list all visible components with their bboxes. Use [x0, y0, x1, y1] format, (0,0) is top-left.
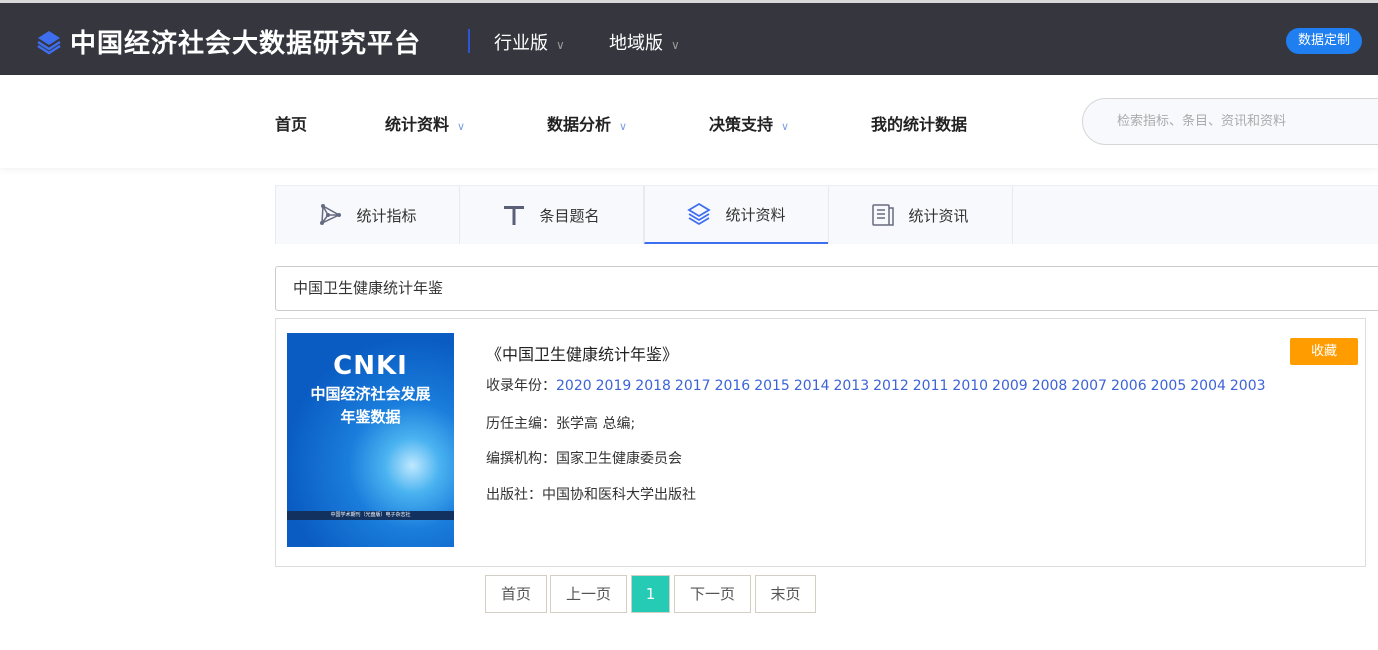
nav-label: 首页 [275, 115, 308, 134]
nav-data-analysis[interactable]: 数据分析 ∨ [547, 111, 627, 135]
year-link[interactable]: 2005 [1151, 378, 1187, 394]
tab-entry-titles[interactable]: 条目题名 [459, 186, 644, 244]
favorite-button[interactable]: 收藏 [1290, 338, 1358, 365]
prev-page-button[interactable]: 上一页 [550, 575, 627, 613]
network-icon [320, 204, 342, 225]
layers-icon [687, 202, 712, 226]
year-link[interactable]: 2016 [715, 378, 751, 394]
year-link[interactable]: 2011 [913, 378, 949, 394]
year-link[interactable]: 2013 [833, 378, 869, 394]
nav-label: 地域版 [609, 33, 663, 54]
book-cover-image[interactable]: CNKI 中国经济社会发展 年鉴数据 中国学术期刊（光盘版）电子杂志社 [287, 333, 454, 547]
last-page-button[interactable]: 末页 [755, 575, 816, 613]
year-link[interactable]: 2020 [556, 378, 592, 394]
year-link[interactable]: 2012 [873, 378, 909, 394]
nav-industry[interactable]: 行业版 ∨ [494, 29, 565, 55]
top-bar: 中国经济社会大数据研究平台 行业版 ∨ 地域版 ∨ 数据定制 [0, 0, 1378, 75]
tab-label: 统计指标 [356, 206, 417, 225]
query-text: 中国卫生健康统计年鉴 [293, 279, 444, 297]
year-link[interactable]: 2009 [992, 378, 1028, 394]
layers-logo-icon [37, 30, 61, 54]
result-title[interactable]: 《中国卫生健康统计年鉴》 [486, 341, 678, 365]
nav-label: 数据分析 [547, 115, 612, 134]
main-nav: 首页 统计资料 ∨ 数据分析 ∨ 决策支持 ∨ 我的统计数据 检索指标、条目、资讯和资… [0, 75, 1378, 168]
nav-region[interactable]: 地域版 ∨ [609, 29, 680, 55]
chevron-down-icon: ∨ [781, 120, 790, 133]
chevron-down-icon: ∨ [556, 38, 565, 52]
nav-label: 行业版 [494, 33, 548, 54]
nav-label: 我的统计数据 [871, 115, 968, 134]
search-placeholder: 检索指标、条目、资讯和资料 [1117, 114, 1287, 129]
next-page-button[interactable]: 下一页 [674, 575, 751, 613]
tab-label: 统计资料 [725, 205, 786, 224]
tab-label: 条目题名 [539, 206, 600, 225]
tab-stat-news[interactable]: 统计资讯 [828, 186, 1013, 244]
document-icon [872, 204, 895, 226]
year-link[interactable]: 2007 [1071, 378, 1107, 394]
nav-label: 决策支持 [709, 115, 774, 134]
site-title: 中国经济社会大数据研究平台 [70, 29, 422, 59]
chevron-down-icon: ∨ [619, 120, 628, 133]
data-custom-button[interactable]: 数据定制 [1286, 28, 1362, 54]
year-link[interactable]: 2015 [754, 378, 790, 394]
text-t-icon [504, 206, 525, 225]
cover-footer: 中国学术期刊（光盘版）电子杂志社 [287, 511, 454, 520]
year-link[interactable]: 2014 [794, 378, 830, 394]
tab-stat-materials[interactable]: 统计资料 [644, 186, 829, 244]
editor: 历任主编：张学高 总编; [486, 416, 636, 432]
year-link[interactable]: 2008 [1032, 378, 1068, 394]
nav-my-data[interactable]: 我的统计数据 [871, 111, 967, 135]
year-link[interactable]: 2004 [1190, 378, 1226, 394]
nav-label: 统计资料 [385, 115, 450, 134]
search-input[interactable]: 检索指标、条目、资讯和资料 [1082, 98, 1378, 145]
tab-bar: 统计指标 条目题名 统计资料 统计资讯 [275, 185, 1378, 244]
cover-brand: CNKI [333, 351, 408, 381]
cover-line1: 中国经济社会发展 [310, 385, 431, 403]
nav-decision-support[interactable]: 决策支持 ∨ [709, 111, 789, 135]
year-link[interactable]: 2003 [1230, 378, 1266, 394]
year-link[interactable]: 2006 [1111, 378, 1147, 394]
cover-line2: 年鉴数据 [340, 408, 401, 426]
current-page-button[interactable]: 1 [631, 575, 670, 613]
chevron-down-icon: ∨ [457, 120, 466, 133]
query-input[interactable]: 中国卫生健康统计年鉴 [275, 266, 1378, 311]
tab-indicators[interactable]: 统计指标 [275, 186, 460, 244]
first-page-button[interactable]: 首页 [485, 575, 547, 613]
nav-stat-materials[interactable]: 统计资料 ∨ [385, 111, 465, 135]
year-link[interactable]: 2018 [635, 378, 671, 394]
chevron-down-icon: ∨ [671, 38, 680, 52]
year-link[interactable]: 2019 [596, 378, 632, 394]
tab-label: 统计资讯 [908, 206, 969, 225]
divider [468, 29, 470, 53]
years-row: 收录年份：2020 2019 2018 2017 2016 2015 2014 2013 201… [486, 375, 1270, 395]
result-item: CNKI 中国经济社会发展 年鉴数据 中国学术期刊（光盘版）电子杂志社 《中国卫… [275, 318, 1366, 567]
nav-home[interactable]: 首页 [275, 111, 307, 135]
year-link[interactable]: 2017 [675, 378, 711, 394]
publisher: 出版社：中国协和医科大学出版社 [486, 487, 696, 503]
years-label: 收录年份： [486, 378, 556, 394]
year-link[interactable]: 2010 [952, 378, 988, 394]
organization: 编撰机构：国家卫生健康委员会 [486, 451, 682, 467]
logo[interactable]: 中国经济社会大数据研究平台 [36, 23, 421, 60]
